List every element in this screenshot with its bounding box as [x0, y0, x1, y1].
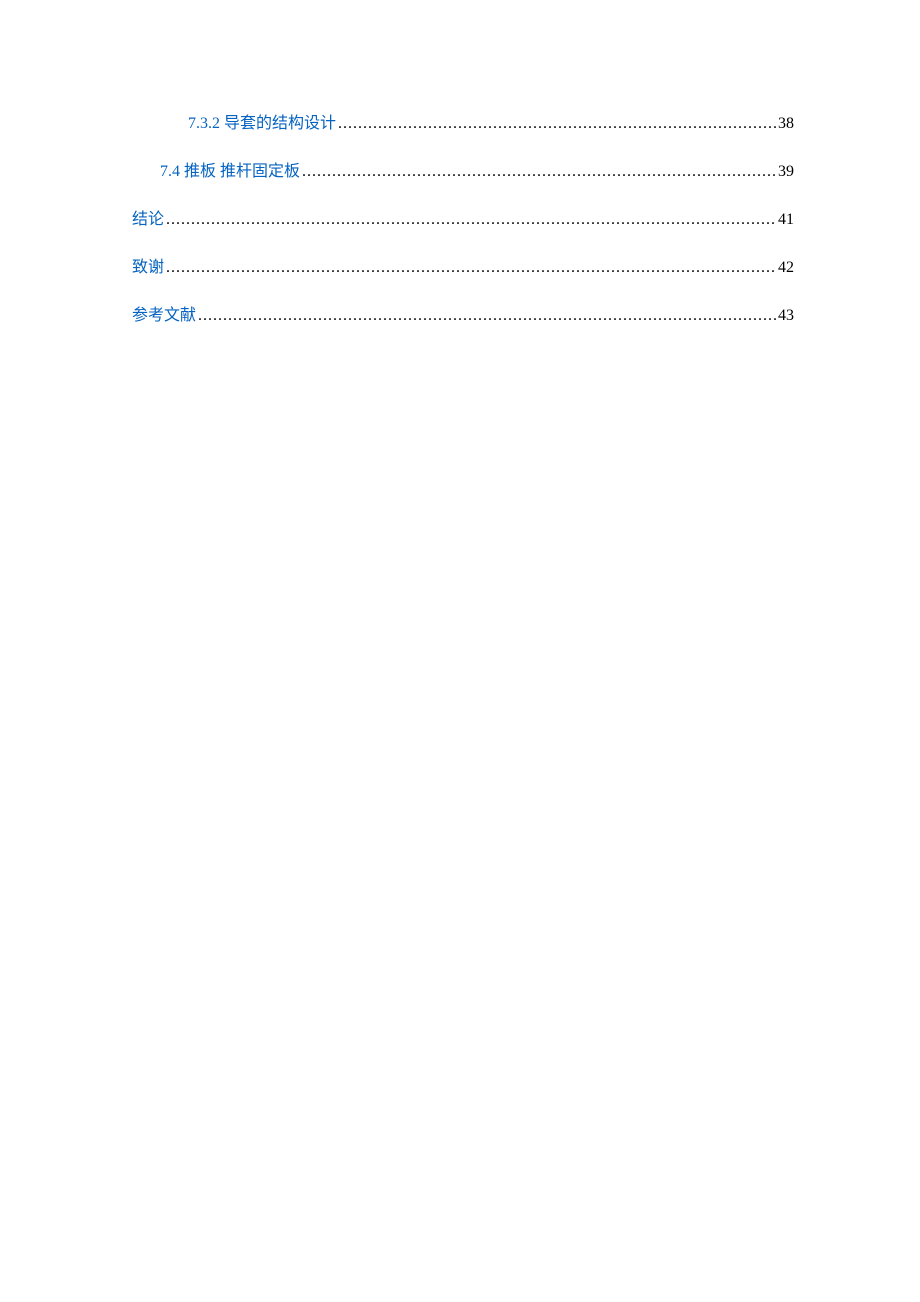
- toc-entry[interactable]: 参考文献 ...................................…: [132, 304, 794, 328]
- toc-entry-label: 7.4 推板 推杆固定板: [160, 160, 300, 184]
- toc-entry-page: 41: [778, 208, 794, 232]
- toc-leader-dots: ........................................…: [166, 208, 776, 232]
- toc-entry-page: 42: [778, 256, 794, 280]
- toc-entry-label: 参考文献: [132, 304, 196, 328]
- toc-entry-label: 7.3.2 导套的结构设计: [188, 112, 336, 136]
- toc-entry-page: 43: [778, 304, 794, 328]
- toc-leader-dots: ........................................…: [302, 160, 776, 184]
- toc-entry-label: 致谢: [132, 256, 164, 280]
- toc-entry-label: 结论: [132, 208, 164, 232]
- toc-entry-page: 38: [778, 112, 794, 136]
- toc-entry[interactable]: 7.3.2 导套的结构设计 ..........................…: [132, 112, 794, 136]
- toc-entry-page: 39: [778, 160, 794, 184]
- table-of-contents: 7.3.2 导套的结构设计 ..........................…: [132, 112, 794, 328]
- toc-entry[interactable]: 结论 .....................................…: [132, 208, 794, 232]
- toc-leader-dots: ........................................…: [198, 304, 776, 328]
- toc-entry[interactable]: 7.4 推板 推杆固定板 ...........................…: [132, 160, 794, 184]
- toc-entry[interactable]: 致谢 .....................................…: [132, 256, 794, 280]
- toc-leader-dots: ........................................…: [338, 112, 776, 136]
- toc-leader-dots: ........................................…: [166, 256, 776, 280]
